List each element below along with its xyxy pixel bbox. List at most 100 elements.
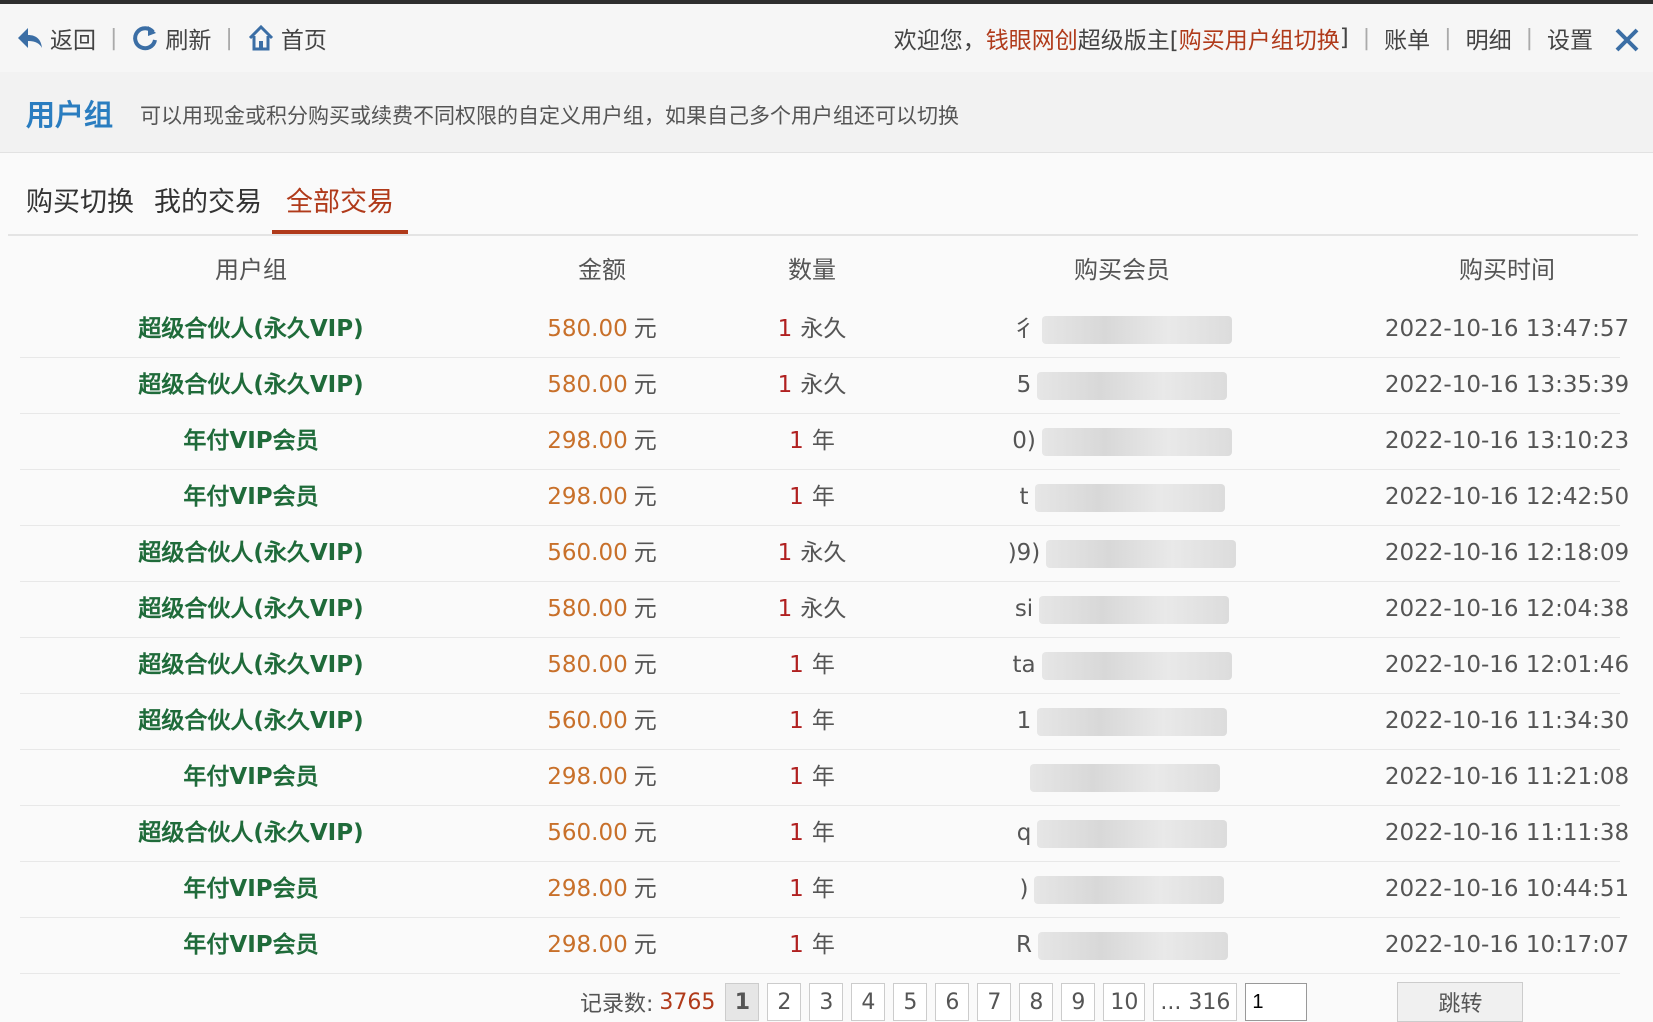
member-name: 0): [1012, 428, 1036, 454]
table-header: 用户组 金额 数量 购买会员 购买时间: [20, 250, 1620, 300]
row-quantity: 1 永久: [722, 582, 902, 637]
row-member[interactable]: [902, 750, 1342, 805]
tab-buy-switch[interactable]: 购买切换: [26, 180, 134, 234]
row-group[interactable]: 年付VIP会员: [20, 414, 482, 469]
quantity-value: 1: [789, 428, 804, 454]
redacted-block: [1039, 595, 1230, 624]
row-amount: 560.00 元: [482, 806, 722, 861]
page-jump-input[interactable]: [1245, 983, 1308, 1021]
row-member[interactable]: t: [902, 470, 1342, 525]
home-button[interactable]: 首页: [247, 21, 327, 55]
row-group[interactable]: 年付VIP会员: [20, 470, 482, 525]
table-row: 年付VIP会员 298.00 元 1 年 R 2022-10-16 10:17:07: [20, 918, 1629, 974]
quantity-unit: 永久: [800, 596, 847, 622]
header-amount: 金额: [578, 256, 626, 284]
amount-value: 298.00: [547, 876, 628, 902]
row-time: 2022-10-16 11:11:38: [1384, 820, 1630, 846]
row-group[interactable]: 超级合伙人(永久VIP): [20, 582, 482, 637]
back-button[interactable]: 返回: [16, 21, 96, 55]
row-amount: 298.00 元: [482, 862, 722, 917]
separator: |: [110, 25, 118, 51]
member-name: si: [1014, 596, 1034, 622]
amount-value: 298.00: [547, 428, 628, 454]
page-button[interactable]: 9: [1061, 983, 1096, 1021]
page-button[interactable]: 2: [767, 983, 802, 1021]
record-count: 3765: [659, 989, 716, 1015]
page-button[interactable]: 8: [1019, 983, 1054, 1021]
row-member[interactable]: 彳: [902, 302, 1342, 357]
row-member[interactable]: si: [902, 582, 1342, 637]
refresh-button[interactable]: 刷新: [131, 21, 211, 55]
redacted-block: [1037, 707, 1228, 736]
user-role: 超级版主[: [1077, 28, 1179, 54]
quantity-unit: 年: [811, 876, 835, 902]
amount-value: 298.00: [547, 932, 628, 958]
row-member[interactable]: q: [902, 806, 1342, 861]
row-amount: 580.00 元: [482, 302, 722, 357]
separator: |: [1444, 25, 1452, 51]
page-button[interactable]: 5: [893, 983, 928, 1021]
amount-unit: 元: [633, 596, 657, 622]
row-member[interactable]: ): [902, 862, 1342, 917]
row-member[interactable]: ta: [902, 638, 1342, 693]
settings-link[interactable]: 设置: [1547, 21, 1593, 55]
quantity-unit: 年: [811, 428, 835, 454]
home-label: 首页: [280, 28, 327, 54]
redacted-block: [1041, 427, 1232, 456]
row-group[interactable]: 年付VIP会员: [20, 750, 482, 805]
close-icon[interactable]: [1613, 26, 1641, 54]
page-button[interactable]: 3: [809, 983, 844, 1021]
amount-value: 580.00: [547, 596, 628, 622]
page-button[interactable]: 7: [977, 983, 1012, 1021]
row-member[interactable]: R: [902, 918, 1342, 973]
row-quantity: 1年: [722, 470, 902, 525]
row-member[interactable]: 0): [902, 414, 1342, 469]
row-group[interactable]: 年付VIP会员: [20, 862, 482, 917]
row-member[interactable]: 5: [902, 358, 1342, 413]
detail-link[interactable]: 明细: [1466, 21, 1512, 55]
nav-buttons: 返回 | 刷新 | 首页: [16, 18, 327, 58]
row-group[interactable]: 年付VIP会员: [20, 918, 482, 973]
page-button[interactable]: 6: [935, 983, 970, 1021]
page-button[interactable]: 1: [725, 983, 760, 1021]
redacted-block: [1037, 371, 1228, 400]
quantity-value: 1: [789, 652, 804, 678]
row-amount: 560.00 元: [482, 694, 722, 749]
row-group[interactable]: 超级合伙人(永久VIP): [20, 302, 482, 357]
page-button[interactable]: ... 316: [1153, 983, 1238, 1021]
header-quantity: 数量: [788, 256, 836, 284]
bill-link[interactable]: 账单: [1384, 21, 1430, 55]
page-button[interactable]: 4: [851, 983, 886, 1021]
amount-value: 580.00: [547, 316, 628, 342]
page-button[interactable]: 10: [1103, 983, 1146, 1021]
redacted-block: [1034, 875, 1225, 904]
row-member[interactable]: )9): [902, 526, 1342, 581]
header-time: 购买时间: [1459, 256, 1555, 284]
row-group[interactable]: 超级合伙人(永久VIP): [20, 694, 482, 749]
row-group[interactable]: 超级合伙人(永久VIP): [20, 806, 482, 861]
row-quantity: 1 永久: [722, 358, 902, 413]
user-name[interactable]: 钱眼网创: [986, 21, 1078, 55]
row-amount: 298.00 元: [482, 750, 722, 805]
quantity-value: 1: [777, 372, 793, 398]
row-member[interactable]: 1: [902, 694, 1342, 749]
welcome-text: 欢迎您，: [893, 28, 986, 54]
amount-unit: 元: [633, 540, 657, 566]
switch-group-link[interactable]: 购买用户组切换: [1179, 21, 1340, 55]
header-group: 用户组: [215, 256, 287, 284]
tab-all-trades[interactable]: 全部交易: [272, 180, 408, 234]
row-quantity: 1 永久: [722, 526, 902, 581]
amount-unit: 元: [633, 820, 657, 846]
quantity-unit: 年: [811, 820, 835, 846]
row-quantity: 1年: [722, 806, 902, 861]
pagination: 记录数: 3765 12345678910... 316 跳转: [580, 982, 1524, 1022]
amount-value: 560.00: [547, 708, 628, 734]
go-button[interactable]: 跳转: [1397, 982, 1524, 1022]
tab-my-trades[interactable]: 我的交易: [154, 180, 262, 234]
row-time: 2022-10-16 12:42:50: [1384, 484, 1630, 510]
row-group[interactable]: 超级合伙人(永久VIP): [20, 358, 482, 413]
member-name: 彳: [1012, 316, 1036, 342]
row-group[interactable]: 超级合伙人(永久VIP): [20, 638, 482, 693]
row-group[interactable]: 超级合伙人(永久VIP): [20, 526, 482, 581]
row-time: 2022-10-16 11:34:30: [1384, 708, 1630, 734]
